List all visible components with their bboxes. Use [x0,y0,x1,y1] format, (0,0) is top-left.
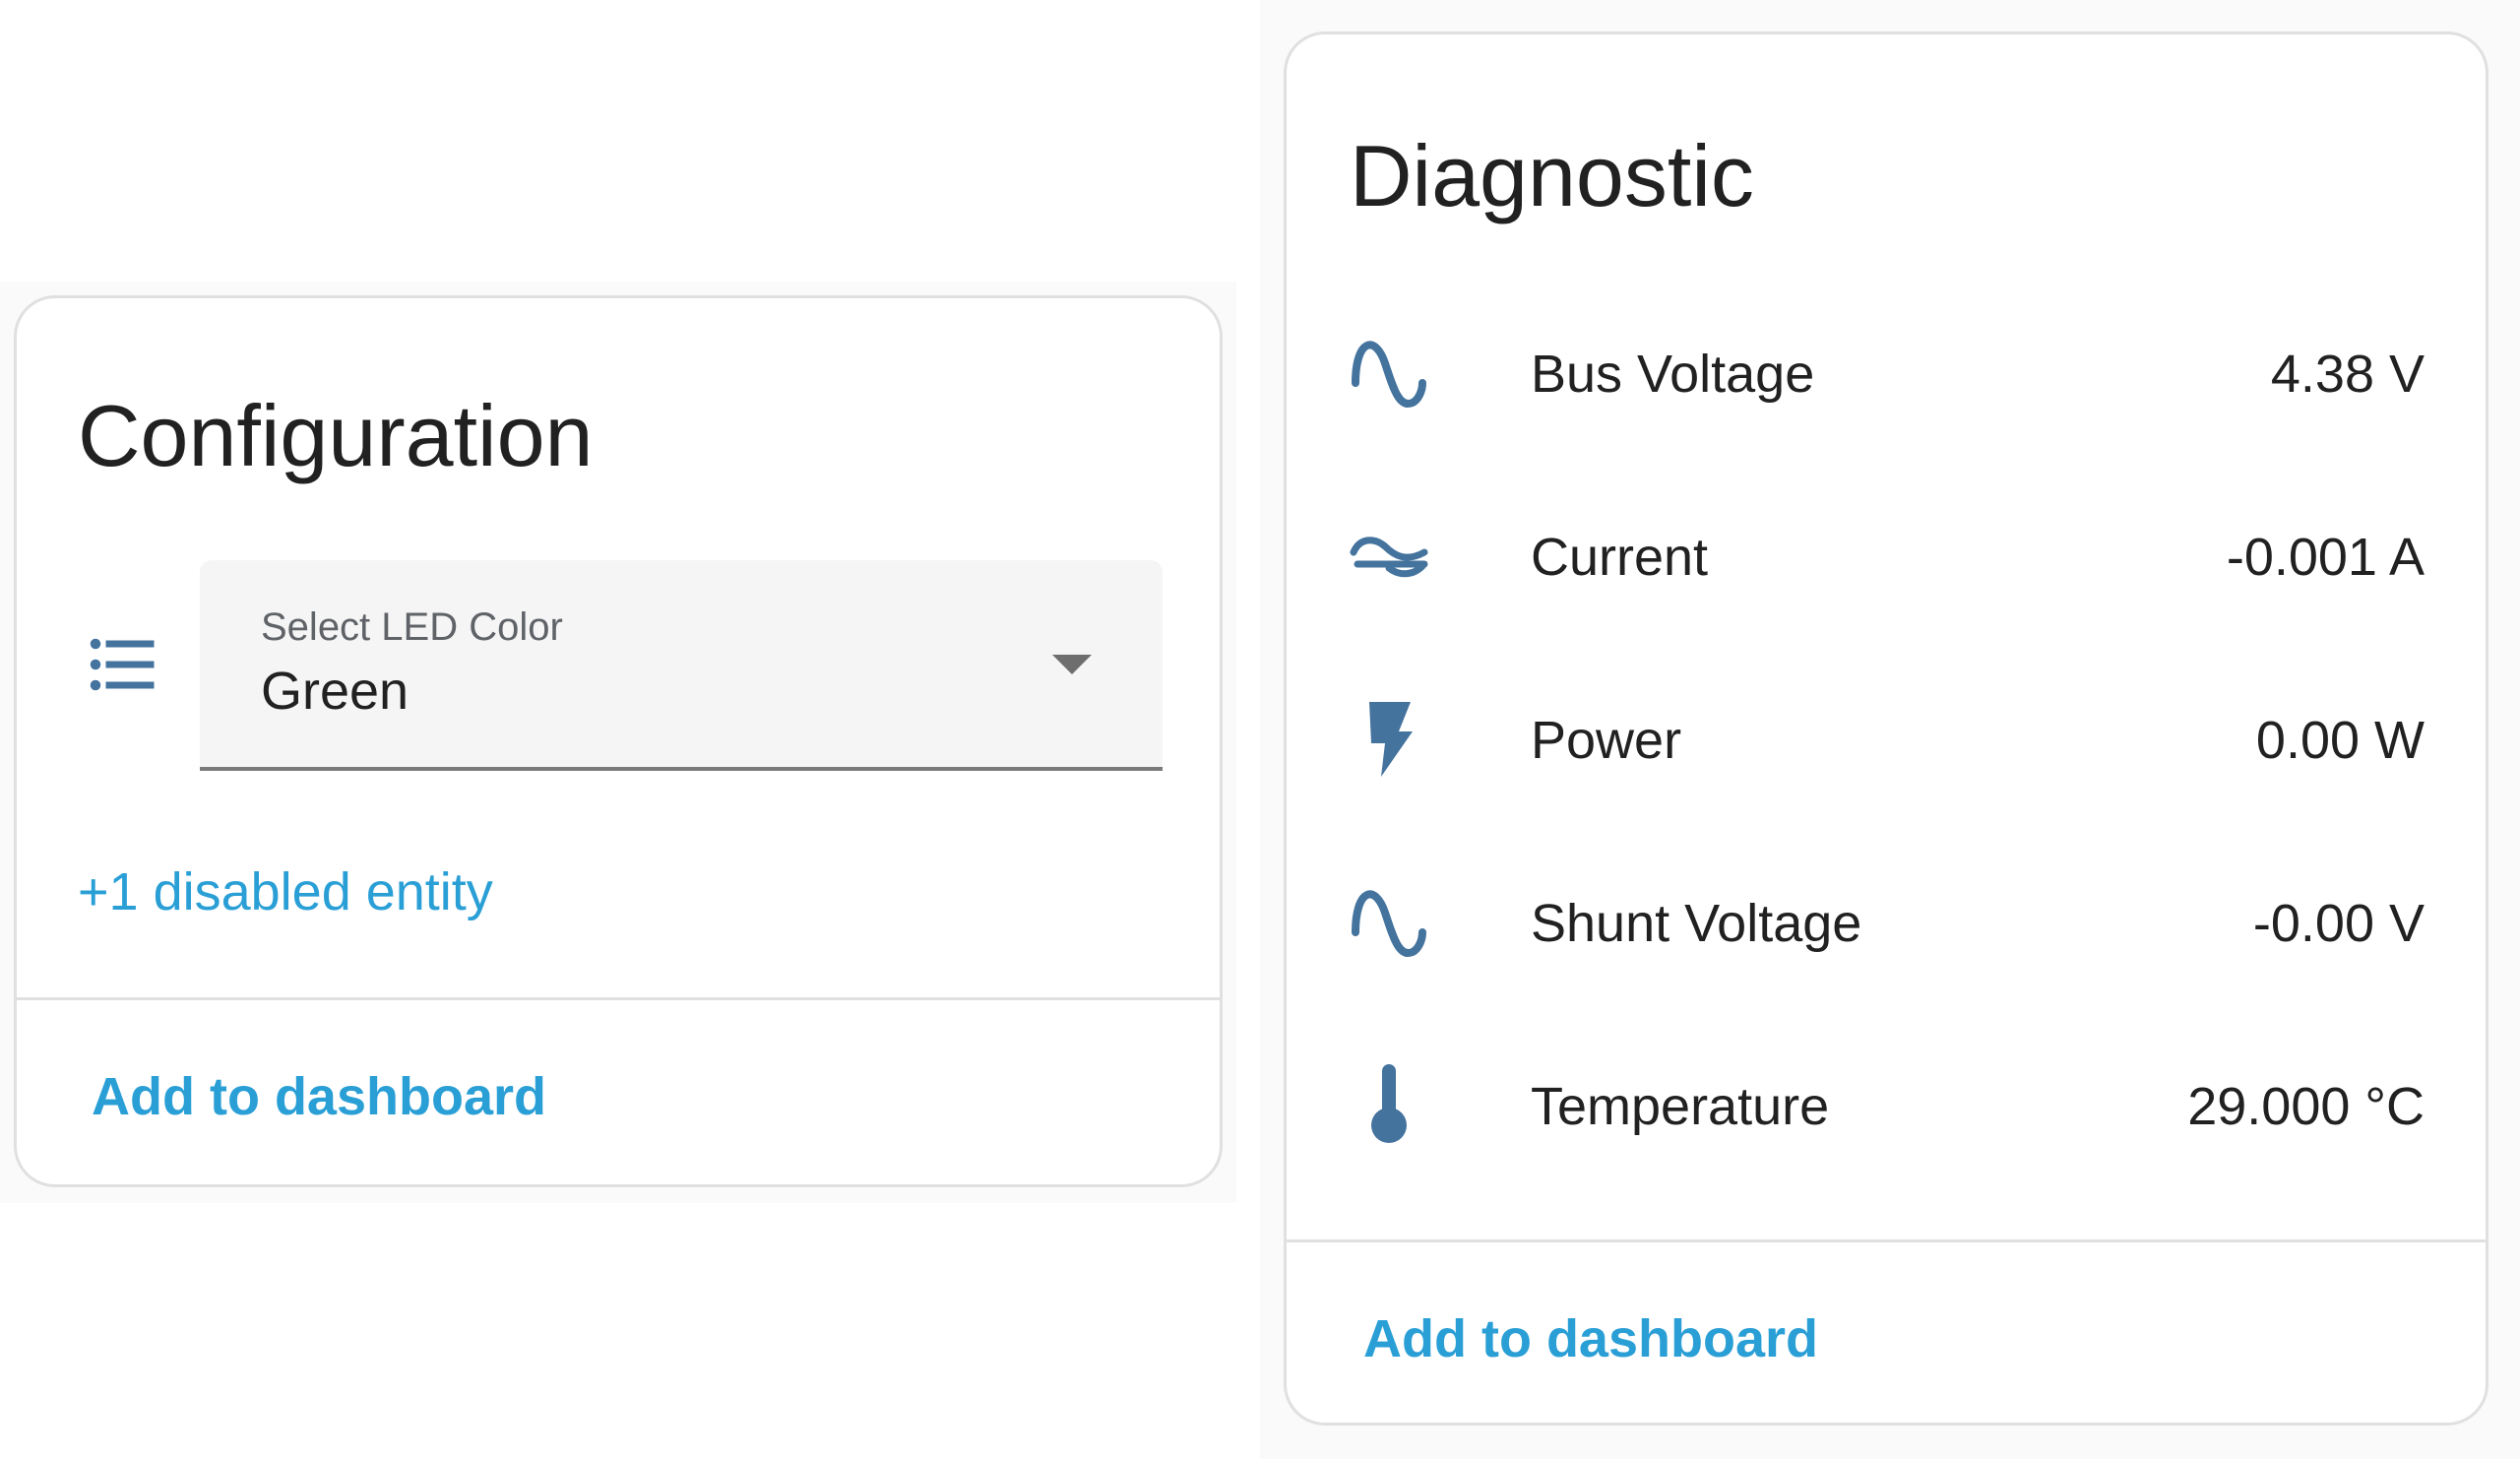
disabled-entities-link[interactable]: +1 disabled entity [78,865,493,919]
diagnostic-row-value: -0.00 V [2252,894,2425,953]
sine-wave-icon [1348,879,1430,962]
thermometer-icon [1348,1062,1430,1145]
diagnostic-row-temperature[interactable]: Temperature 29.000 °C [1287,1035,2486,1173]
diagnostic-row-name: Shunt Voltage [1531,894,1862,953]
diagnostic-row-value: 0.00 W [2255,711,2425,770]
diagnostic-row-name: Temperature [1531,1077,1830,1136]
diagnostic-row-value: -0.001 A [2226,528,2425,587]
diagnostic-row-name: Power [1531,711,1682,770]
led-color-select[interactable]: Select LED Color Green [200,560,1163,771]
diagnostic-title: Diagnostic [1350,127,1754,224]
led-color-select-value: Green [261,662,410,721]
diagnostic-row-name: Bus Voltage [1531,345,1815,404]
current-ac-icon [1348,513,1430,596]
diagnostic-row-power[interactable]: Power 0.00 W [1287,668,2486,806]
diagnostic-row-shunt-voltage[interactable]: Shunt Voltage -0.00 V [1287,852,2486,989]
format-list-bulleted-icon [82,623,164,706]
add-to-dashboard-button[interactable]: Add to dashboard [1363,1312,1818,1365]
configuration-card: Configuration Select LED Color Green +1 … [14,295,1223,1187]
sine-wave-icon [1348,330,1430,412]
diagnostic-row-value: 4.38 V [2270,345,2425,404]
configuration-title: Configuration [78,387,594,484]
diagnostic-row-name: Current [1531,528,1709,587]
card-footer-divider [17,997,1220,1000]
diagnostic-card: Diagnostic Bus Voltage 4.38 V Current -0… [1284,32,2488,1426]
diagnostic-row-bus-voltage[interactable]: Bus Voltage 4.38 V [1287,302,2486,440]
diagnostic-row-value: 29.000 °C [2187,1077,2425,1136]
diagnostic-row-current[interactable]: Current -0.001 A [1287,485,2486,623]
flash-icon [1348,696,1430,779]
led-color-select-label: Select LED Color [261,605,563,649]
card-footer-divider [1287,1239,2486,1242]
dropdown-arrow-icon[interactable] [1052,655,1092,674]
add-to-dashboard-button[interactable]: Add to dashboard [92,1070,546,1123]
